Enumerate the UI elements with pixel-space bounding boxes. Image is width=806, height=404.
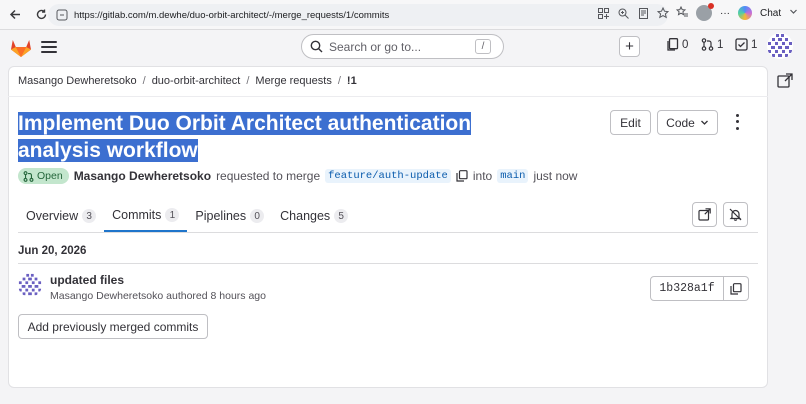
merge-request-icon: [701, 38, 714, 51]
date-divider: [18, 263, 758, 264]
tab-label: Commits: [112, 208, 162, 222]
mr-time: just now: [533, 169, 578, 183]
status-badge-label: Open: [37, 170, 63, 182]
merge-requests-count: 1: [717, 38, 724, 51]
issues-count: 0: [682, 38, 689, 51]
breadcrumb-item-merge-requests[interactable]: Merge requests: [255, 75, 331, 87]
breadcrumb-separator: /: [246, 75, 250, 87]
more-tools-icon[interactable]: ···: [720, 8, 730, 19]
mr-author-link[interactable]: Masango Dewheretsoko: [74, 169, 211, 183]
tab-count: 3: [82, 209, 97, 223]
todos-count: 1: [751, 38, 758, 51]
copilot-icon[interactable]: [738, 6, 752, 20]
create-new-button[interactable]: +: [619, 36, 640, 57]
plus-icon: +: [625, 38, 634, 55]
mr-action-text: requested to merge: [216, 169, 321, 183]
breadcrumb-divider: [8, 96, 768, 97]
favorites-icon[interactable]: [675, 5, 688, 21]
expand-sidebar-icon[interactable]: [777, 73, 793, 89]
code-dropdown-button[interactable]: Code: [657, 110, 718, 135]
source-branch[interactable]: feature/auth-update: [325, 169, 451, 183]
code-button-label: Code: [666, 115, 695, 130]
apps-icon[interactable]: [596, 6, 610, 20]
reader-icon[interactable]: [636, 6, 650, 20]
breadcrumb-separator: /: [337, 75, 341, 87]
commit-sha-group: 1b328a1f: [650, 276, 749, 301]
address-bar-actions: [596, 6, 670, 20]
page-title: Implement Duo Orbit Architect authentica…: [18, 110, 558, 164]
commit-date-heading: Jun 20, 2026: [18, 245, 87, 257]
issues-icon: [667, 38, 679, 51]
commit-sha-button[interactable]: 1b328a1f: [650, 276, 724, 301]
user-avatar[interactable]: [767, 33, 793, 59]
avatar[interactable]: [18, 273, 42, 297]
todos-counter[interactable]: 1: [735, 38, 757, 51]
into-text: into: [472, 169, 493, 183]
breadcrumb-item-mr[interactable]: !1: [347, 75, 357, 87]
copy-icon[interactable]: [456, 170, 468, 182]
search-icon: [310, 40, 323, 53]
tab-count: 1: [165, 208, 180, 222]
search-shortcut: /: [475, 39, 491, 54]
tab-label: Overview: [26, 209, 79, 223]
breadcrumb-item-project[interactable]: duo-orbit-architect: [152, 75, 241, 87]
external-link-icon: [698, 208, 711, 221]
chat-label[interactable]: Chat: [760, 8, 781, 19]
more-actions-icon[interactable]: [730, 112, 744, 132]
favorite-icon[interactable]: [656, 6, 670, 20]
breadcrumb-item-user[interactable]: Masango Dewheretsoko: [18, 75, 137, 87]
tab-count: 0: [250, 209, 265, 223]
commit-authored-text: authored 8 hours ago: [166, 290, 266, 302]
mr-title-container: Implement Duo Orbit Architect authentica…: [18, 110, 558, 164]
commit-author-link[interactable]: Masango Dewheretsoko: [50, 290, 163, 302]
copy-icon: [730, 282, 742, 295]
notifications-off-icon: [729, 208, 742, 221]
mr-title-text: Implement Duo Orbit Architect authentica…: [18, 112, 472, 162]
search-input[interactable]: Search or go to... /: [301, 34, 504, 59]
tab-changes[interactable]: Changes 5: [272, 200, 356, 232]
browser-right-tools: ··· Chat: [675, 3, 798, 21]
chevron-down-icon[interactable]: [789, 7, 798, 19]
status-badge: Open: [18, 168, 69, 184]
breadcrumb: Masango Dewheretsoko / duo-orbit-archite…: [18, 75, 357, 87]
merge-requests-counter[interactable]: 1: [701, 38, 723, 51]
tab-count: 5: [334, 209, 349, 223]
tab-overview[interactable]: Overview 3: [18, 200, 104, 232]
target-branch[interactable]: main: [497, 169, 529, 183]
mr-meta: Open Masango Dewheretsoko requested to m…: [18, 168, 577, 184]
tab-label: Changes: [280, 209, 331, 223]
back-icon[interactable]: [4, 4, 26, 26]
url-text: https://gitlab.com/m.dewhe/duo-orbit-arc…: [74, 9, 390, 21]
menu-icon[interactable]: [41, 40, 57, 54]
edit-button[interactable]: Edit: [610, 110, 651, 135]
gitlab-logo-icon[interactable]: [10, 38, 32, 58]
address-bar[interactable]: https://gitlab.com/m.dewhe/duo-orbit-arc…: [48, 4, 668, 26]
merge-request-icon: [23, 170, 34, 182]
notifications-toggle-button[interactable]: [723, 202, 748, 227]
todo-icon: [735, 38, 748, 51]
tab-label: Pipelines: [195, 209, 247, 223]
commit-meta: Masango Dewheretsoko authored 8 hours ag…: [50, 290, 266, 302]
tab-commits[interactable]: Commits 1: [104, 200, 188, 232]
chevron-down-icon: [700, 120, 708, 125]
zoom-icon[interactable]: [616, 6, 630, 20]
commit-title-link[interactable]: updated files: [50, 273, 124, 287]
issues-counter[interactable]: 0: [667, 38, 688, 51]
tabs-divider: [18, 232, 758, 233]
add-merged-commits-button[interactable]: Add previously merged commits: [18, 314, 208, 339]
mr-tabs: Overview 3 Commits 1 Pipelines 0 Changes…: [18, 200, 356, 232]
breadcrumb-separator: /: [142, 75, 146, 87]
search-placeholder: Search or go to...: [329, 39, 422, 54]
tab-pipelines[interactable]: Pipelines 0: [187, 200, 272, 232]
edit-button-label: Edit: [620, 115, 641, 130]
open-in-new-button[interactable]: [692, 202, 717, 227]
profile-icon[interactable]: [696, 3, 714, 21]
copy-sha-button[interactable]: [724, 276, 749, 301]
site-info-icon[interactable]: [56, 9, 68, 21]
